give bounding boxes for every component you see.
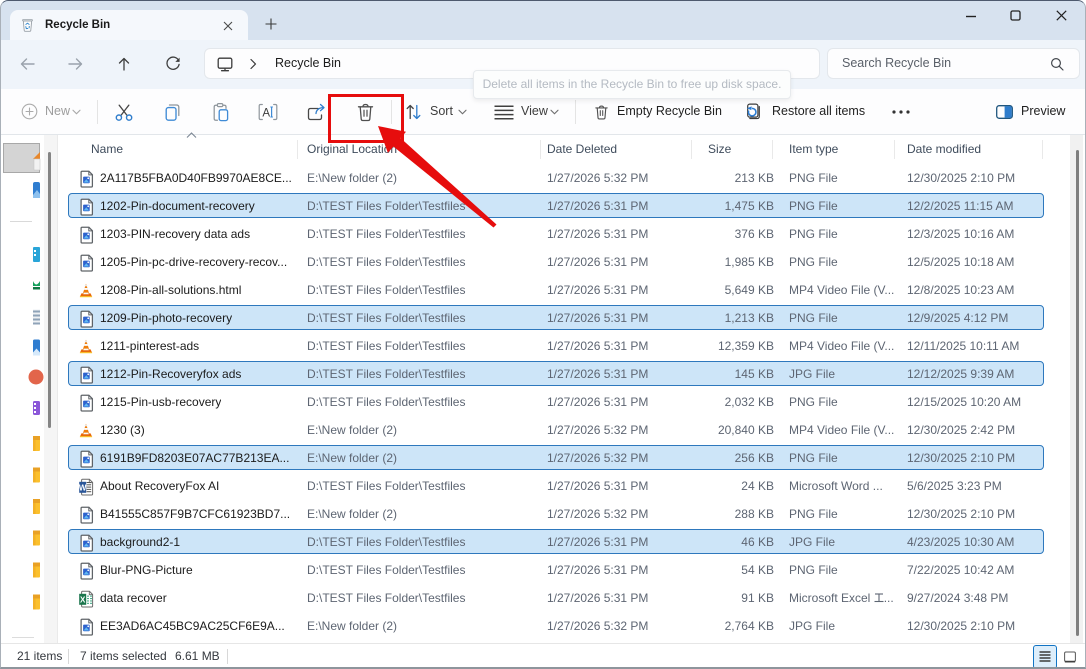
svg-text:X: X	[80, 595, 86, 604]
svg-text:W: W	[79, 483, 87, 492]
svg-text:A: A	[262, 107, 270, 119]
